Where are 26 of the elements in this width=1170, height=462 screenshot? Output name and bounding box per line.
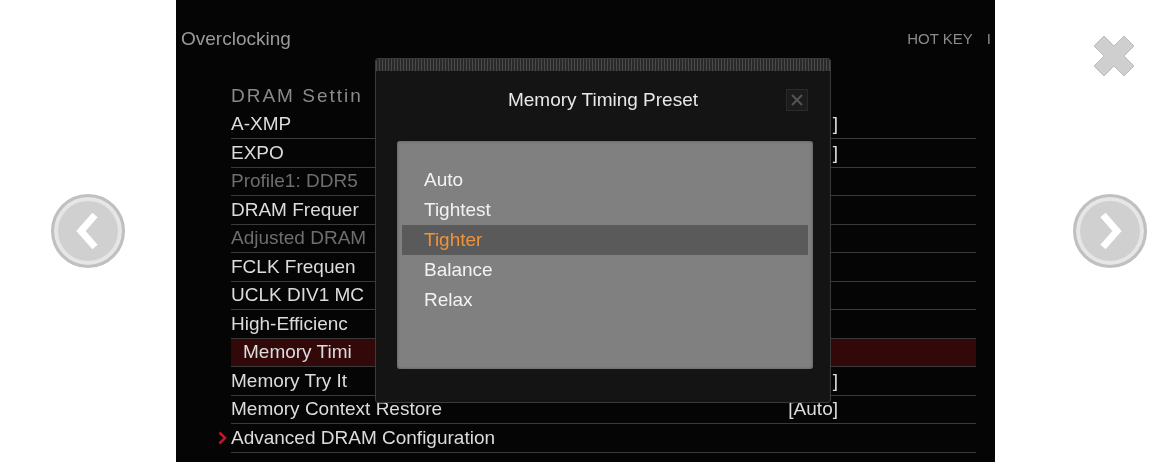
setting-label[interactable]: EXPO [231,138,284,167]
group-heading: DRAM Settin [231,84,363,108]
setting-label[interactable]: UCLK DIV1 MC [231,281,365,310]
submenu-label[interactable]: Advanced DRAM Configuration [231,423,496,452]
setting-label[interactable]: Memory Context Restore [231,395,443,424]
setting-value: ] [832,112,838,136]
preset-option[interactable]: Auto [402,165,808,195]
close-icon [791,94,803,106]
section-title: Overclocking [181,26,291,51]
preset-option[interactable]: Balance [402,255,808,285]
setting-value: ] [832,368,838,393]
setting-label[interactable]: Memory Timi [231,338,352,367]
dialog-title: Memory Timing Preset [507,87,698,112]
preset-option[interactable]: Relax [402,285,808,315]
setting-label[interactable]: FCLK Frequen [231,252,356,281]
setting-label[interactable]: Memory Try It [231,366,348,395]
setting-label[interactable]: High-Efficienc [231,309,348,338]
close-button[interactable] [786,89,808,111]
preset-option[interactable]: Tightest [402,195,808,225]
setting-value: ] [832,140,838,165]
setting-label[interactable]: DRAM Frequer [231,195,359,224]
chevron-right-icon [217,431,227,446]
hotkey-separator: I [986,28,991,49]
hotkey-label: HOT KEY [907,28,973,49]
setting-label[interactable]: A-XMP [231,110,292,139]
setting-value: [Auto] [788,397,838,421]
